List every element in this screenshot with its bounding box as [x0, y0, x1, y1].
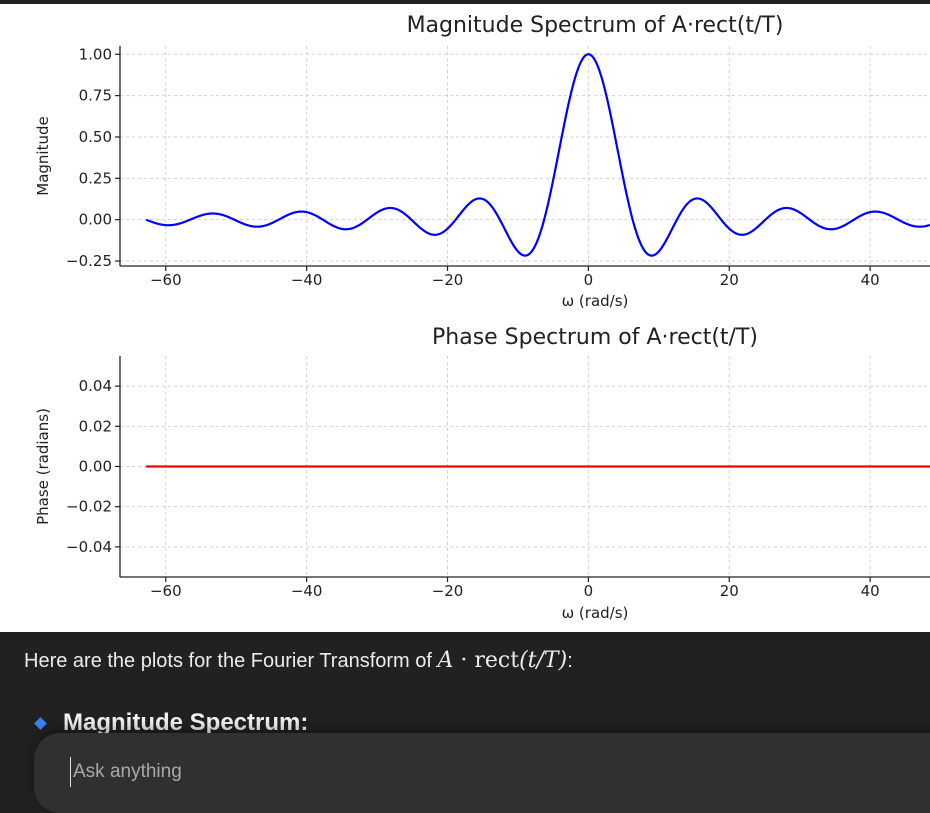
phase-ylabel: Phase (radians) [34, 408, 52, 525]
magnitude-ytick-label: 0.00 [79, 211, 112, 229]
magnitude-ytick-label: −0.25 [66, 252, 112, 270]
phase-xtick-label: 40 [861, 582, 880, 600]
math-dot: · [453, 648, 475, 673]
magnitude-xtick-label: −20 [432, 271, 464, 289]
magnitude-xtick-label: −40 [291, 271, 323, 289]
magnitude-ytick-label: 0.50 [79, 128, 112, 146]
magnitude-xtick-label: 40 [861, 271, 880, 289]
magnitude-ytick-label: 1.00 [79, 45, 112, 63]
magnitude-title: Magnitude Spectrum of A·rect(t/T) [407, 13, 784, 38]
message-colon: : [567, 650, 573, 672]
phase-ytick-label: −0.04 [66, 538, 112, 556]
composer[interactable] [34, 733, 930, 813]
phase-ytick-label: 0.04 [79, 377, 112, 395]
math-a: A [437, 648, 454, 673]
phase-xtick-label: 0 [584, 582, 594, 600]
magnitude-ytick-label: 0.75 [79, 87, 112, 105]
phase-xlabel: ω (rad/s) [562, 604, 629, 622]
phase-xtick-label: −40 [291, 582, 323, 600]
math-rect: rect [474, 648, 520, 673]
magnitude-xtick-label: 0 [584, 271, 594, 289]
magnitude-xtick-label: −60 [150, 271, 182, 289]
chart-figure: −60 −40 −20 0 20 40 −0.25 0.00 0.25 0.50 0.75 1.00 M… [0, 4, 930, 632]
math-expression: A · rect(t/T) [438, 648, 568, 673]
phase-ytick-label: −0.02 [66, 498, 112, 516]
prompt-input[interactable] [70, 757, 775, 787]
magnitude-ytick-label: 0.25 [79, 169, 112, 187]
magnitude-xlabel: ω (rad/s) [562, 292, 629, 310]
phase-xtick-label: −20 [432, 582, 464, 600]
chart-svg: −60 −40 −20 0 20 40 −0.25 0.00 0.25 0.50 0.75 1.00 M… [34, 13, 930, 622]
phase-title: Phase Spectrum of A·rect(t/T) [432, 325, 758, 350]
phase-xtick-label: −60 [150, 582, 182, 600]
magnitude-ylabel: Magnitude [34, 116, 52, 195]
bullet-diamond-icon [34, 716, 47, 730]
phase-ytick-label: 0.02 [79, 417, 112, 435]
phase-xtick-label: 20 [720, 582, 739, 600]
message-text: Here are the plots for the Fourier Trans… [24, 650, 438, 672]
magnitude-xtick-label: 20 [720, 271, 739, 289]
assistant-message: Here are the plots for the Fourier Trans… [24, 648, 904, 673]
math-arg: (t/T) [519, 648, 568, 673]
magnitude-series-line [145, 53, 930, 257]
phase-ytick-label: 0.00 [79, 458, 112, 476]
